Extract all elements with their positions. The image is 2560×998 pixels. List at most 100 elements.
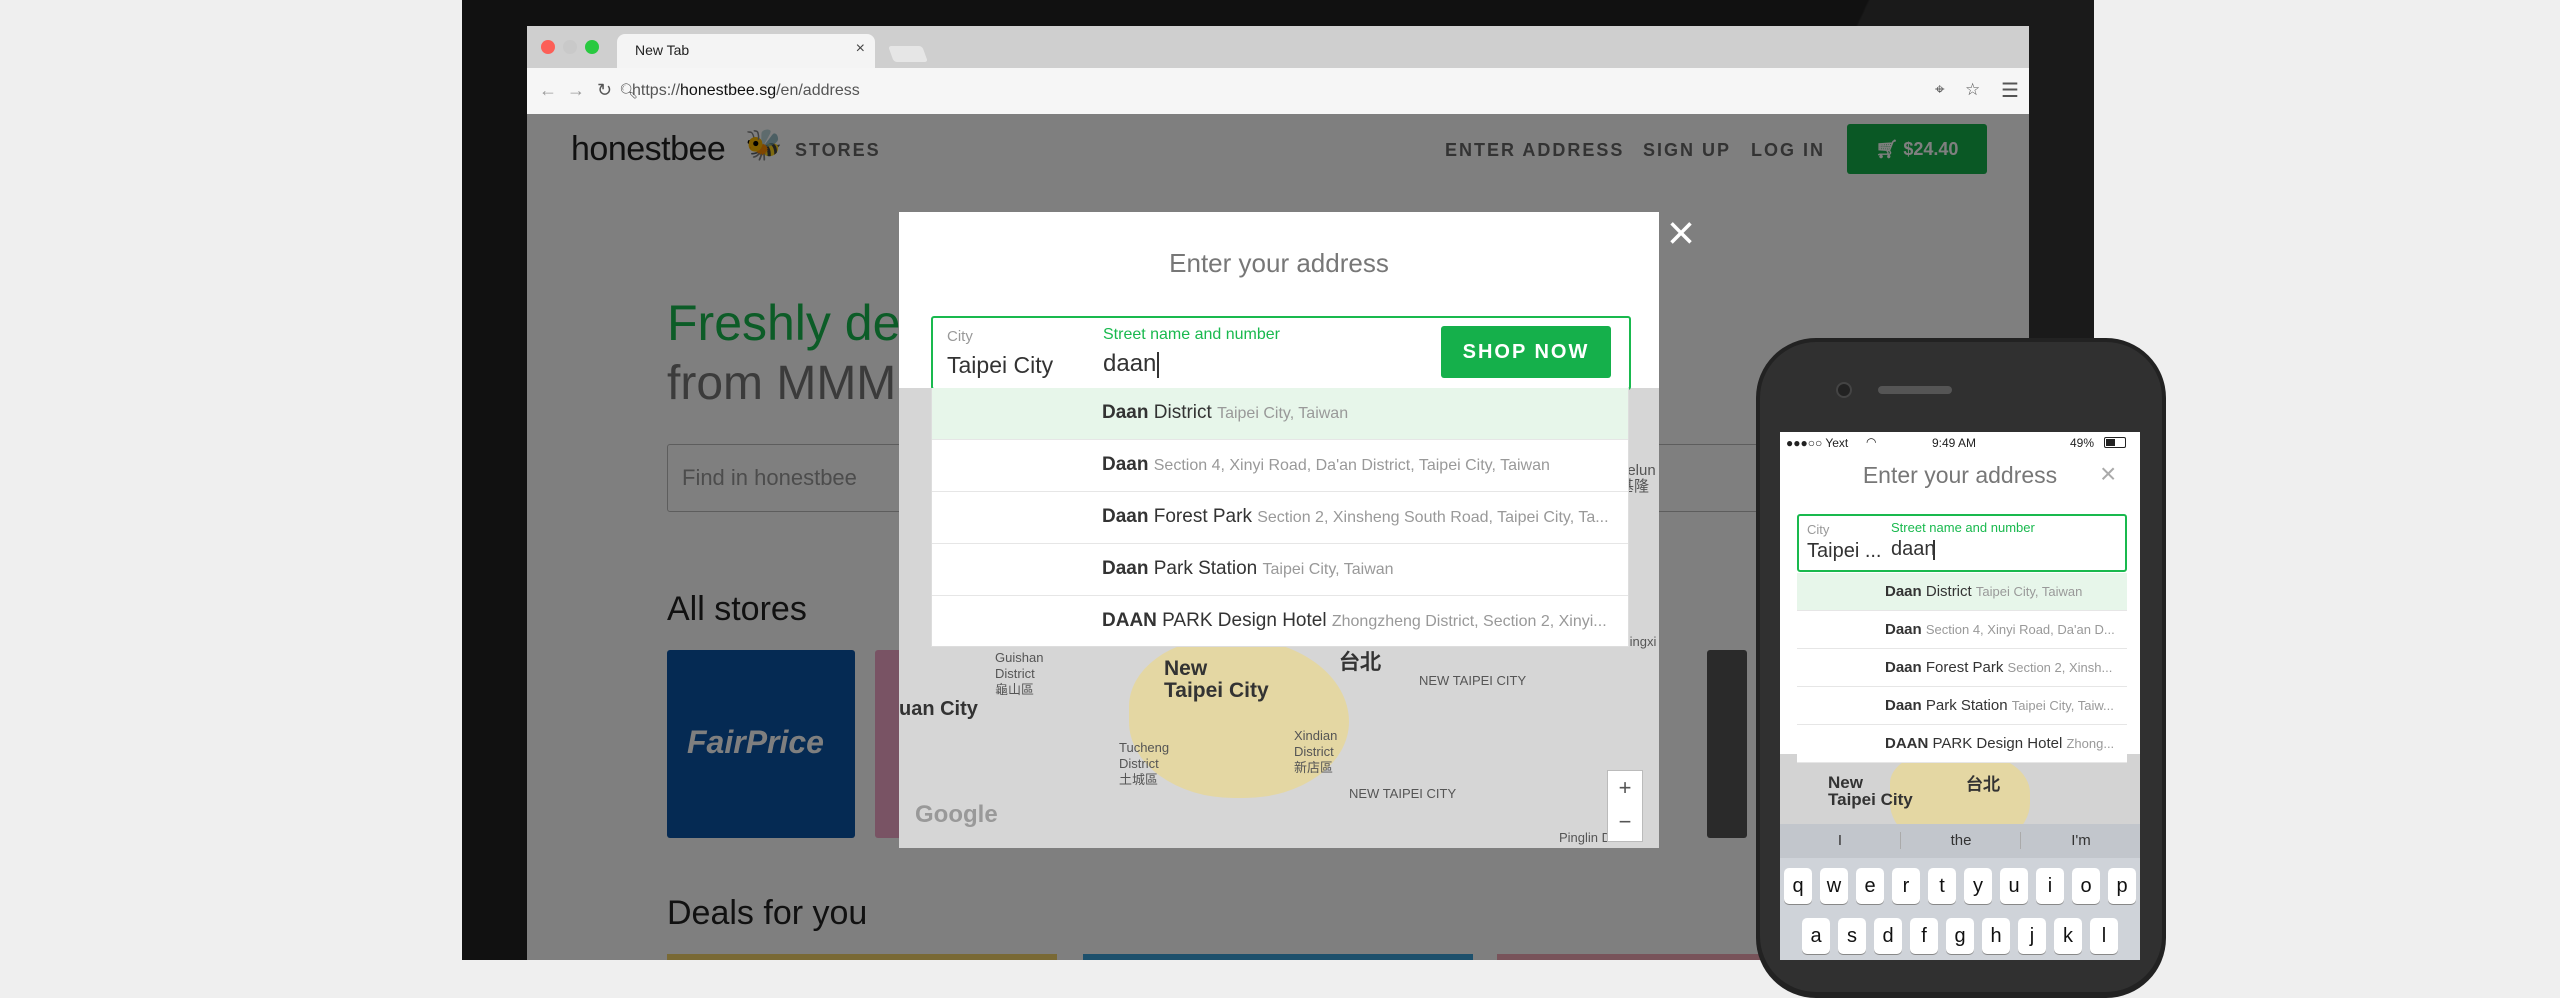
tab-close-icon[interactable]: × xyxy=(856,40,865,58)
suggestion-match: Daan xyxy=(1102,454,1149,475)
map-label-new-taipei: New Taipei City xyxy=(1164,657,1269,702)
street-input[interactable]: daan xyxy=(1103,350,1156,378)
suggestion-text: Daan Park Station Taipei City, Taiwan xyxy=(1102,558,1612,580)
key[interactable]: t xyxy=(1928,868,1956,904)
key[interactable]: u xyxy=(2000,868,2028,904)
suggestion-match: Daan xyxy=(1102,558,1149,579)
phone-city-field[interactable]: Taipei ... xyxy=(1807,540,1881,563)
keyboard: I the I'm q w e r t y u i o p a s d f g … xyxy=(1780,824,2140,960)
phone-screen: ●●●○○ Yext ◠ 9:49 AM 49% Enter your addr… xyxy=(1780,432,2140,960)
location-icon[interactable]: ⌖ xyxy=(1935,80,1945,100)
phone-suggestion-secondary: Section 2, Xinsh... xyxy=(2007,660,2113,675)
carrier-signal: ●●●○○ Yext xyxy=(1786,436,1849,450)
predictive-bar: I the I'm xyxy=(1780,824,2140,858)
suggestion-match: DAAN xyxy=(1102,610,1157,631)
zoom-out-button[interactable]: − xyxy=(1608,805,1642,839)
suggestion-secondary: Section 4, Xinyi Road, Da'an District, T… xyxy=(1153,457,1550,474)
browser-tabstrip: New Tab × xyxy=(527,26,2029,68)
phone-suggestion-text: Daan Forest Park Section 2, Xinsh... xyxy=(1885,659,2117,676)
phone-suggestion-text: Daan District Taipei City, Taiwan xyxy=(1885,583,2117,600)
address-modal: Enter your address New Taipei City 台北 Gu… xyxy=(899,212,1659,848)
url-prefix: https:// xyxy=(632,82,681,99)
address-bar: ← → ↻ 🔍︎ https://honestbee.sg/en/address… xyxy=(527,68,2029,115)
phone-suggestion-main: Park Station xyxy=(1921,697,2008,714)
phone-suggestion-match: DAAN xyxy=(1885,735,1929,752)
back-arrow-icon[interactable]: ← xyxy=(539,80,557,101)
phone-camera xyxy=(1836,382,1852,398)
map-label-tucheng: Tucheng District 土城區 xyxy=(1119,740,1170,787)
key[interactable]: d xyxy=(1874,918,1902,954)
prediction-item[interactable]: I'm xyxy=(2020,832,2140,849)
suggestion-secondary: Zhongzheng District, Section 2, Xinyi... xyxy=(1331,613,1607,630)
shop-now-button[interactable]: SHOP NOW xyxy=(1441,326,1611,378)
key[interactable]: k xyxy=(2054,918,2082,954)
modal-close-icon[interactable]: × xyxy=(1667,206,1695,261)
battery-percent: 49% xyxy=(2070,436,2095,450)
key[interactable]: g xyxy=(1946,918,1974,954)
url-host: honestbee.sg xyxy=(680,82,777,99)
browser-tab[interactable]: New Tab × xyxy=(617,34,875,68)
forward-arrow-icon[interactable]: → xyxy=(567,80,585,101)
city-field[interactable]: Taipei City xyxy=(947,352,1053,379)
suggestion-secondary: Taipei City, Taiwan xyxy=(1217,405,1349,422)
status-time: 9:49 AM xyxy=(1932,436,1977,450)
phone-suggestion-item[interactable]: Daan Forest Park Section 2, Xinsh... xyxy=(1797,649,2127,687)
suggestion-item[interactable]: Daan Section 4, Xinyi Road, Da'an Distri… xyxy=(932,440,1628,492)
street-label: Street name and number xyxy=(1103,326,1280,343)
wifi-icon: ◠ xyxy=(1866,435,1877,449)
star-icon[interactable]: ☆ xyxy=(1965,80,1980,100)
phone-suggestion-match: Daan xyxy=(1885,697,1922,714)
key[interactable]: s xyxy=(1838,918,1866,954)
key[interactable]: l xyxy=(2090,918,2118,954)
map-label-uan-city: uan City xyxy=(899,698,978,720)
phone-street-label: Street name and number xyxy=(1891,520,2035,535)
new-tab-button[interactable] xyxy=(888,46,928,62)
phone-close-icon[interactable]: × xyxy=(2100,458,2116,490)
phone-suggestion-match: Daan xyxy=(1885,621,1922,638)
close-window-button[interactable] xyxy=(541,40,555,54)
minimize-window-button[interactable] xyxy=(563,40,577,54)
suggestion-main: Forest Park xyxy=(1148,506,1252,527)
map-label-guishan: Guishan District 龜山區 xyxy=(995,650,1044,697)
key[interactable]: p xyxy=(2108,868,2136,904)
key[interactable]: e xyxy=(1856,868,1884,904)
phone-suggestion-main: PARK Design Hotel xyxy=(1928,735,2063,752)
phone-suggestion-main: District xyxy=(1921,583,1972,600)
maximize-window-button[interactable] xyxy=(585,40,599,54)
phone-city-label: City xyxy=(1807,522,1830,537)
tab-title: New Tab xyxy=(635,42,690,58)
phone-suggestion-item[interactable]: DAAN PARK Design Hotel Zhong... xyxy=(1797,725,2127,763)
url-field[interactable]: https://honestbee.sg/en/address xyxy=(632,82,860,100)
menu-icon[interactable]: ☰ xyxy=(2001,78,2019,103)
modal-title: Enter your address xyxy=(1169,248,1389,278)
reload-icon[interactable]: ↻ xyxy=(597,80,612,101)
key[interactable]: y xyxy=(1964,868,1992,904)
suggestion-text: DAAN PARK Design Hotel Zhongzheng Distri… xyxy=(1102,610,1612,632)
key[interactable]: j xyxy=(2018,918,2046,954)
prediction-item[interactable]: the xyxy=(1900,832,2021,849)
status-bar: ●●●○○ Yext ◠ 9:49 AM 49% xyxy=(1780,432,2140,456)
key[interactable]: o xyxy=(2072,868,2100,904)
phone-suggestion-item[interactable]: Daan Park Station Taipei City, Taiw... xyxy=(1797,687,2127,725)
suggestion-item[interactable]: Daan District Taipei City, Taiwan xyxy=(932,388,1628,440)
phone-suggestion-match: Daan xyxy=(1885,583,1922,600)
key[interactable]: q xyxy=(1784,868,1812,904)
prediction-item[interactable]: I xyxy=(1780,832,1900,849)
key[interactable]: f xyxy=(1910,918,1938,954)
key[interactable]: w xyxy=(1820,868,1848,904)
phone-street-input[interactable]: daan xyxy=(1891,538,1936,561)
key[interactable]: a xyxy=(1802,918,1830,954)
suggestion-item[interactable]: DAAN PARK Design Hotel Zhongzheng Distri… xyxy=(932,596,1628,647)
suggestion-main: Park Station xyxy=(1148,558,1258,579)
suggestion-item[interactable]: Daan Forest Park Section 2, Xinsheng Sou… xyxy=(932,492,1628,544)
suggestion-text: Daan Section 4, Xinyi Road, Da'an Distri… xyxy=(1102,454,1612,476)
suggestion-item[interactable]: Daan Park Station Taipei City, Taiwan xyxy=(932,544,1628,596)
phone-suggestion-item[interactable]: Daan District Taipei City, Taiwan xyxy=(1797,573,2127,611)
suggestion-match: Daan xyxy=(1102,402,1149,423)
key[interactable]: h xyxy=(1982,918,2010,954)
phone-suggestion-match: Daan xyxy=(1885,659,1922,676)
zoom-in-button[interactable]: + xyxy=(1608,771,1642,805)
key[interactable]: i xyxy=(2036,868,2064,904)
key[interactable]: r xyxy=(1892,868,1920,904)
phone-suggestion-item[interactable]: Daan Section 4, Xinyi Road, Da'an D... xyxy=(1797,611,2127,649)
